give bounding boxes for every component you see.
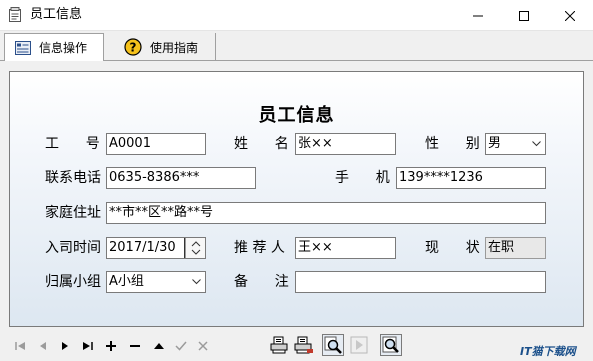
prev-record-icon [40,342,46,350]
mobile-field[interactable]: 139****1236 [396,167,546,189]
preview-button[interactable] [380,334,402,356]
chevron-down-icon [188,272,205,292]
tab-info-label: 信息操作 [39,41,88,55]
tab-info-operations[interactable]: 信息操作 [4,33,104,62]
address-label: 家庭住址 [45,205,101,221]
hire-date-picker[interactable]: 2017/1/30 [106,237,206,259]
chevron-down-icon [528,134,545,154]
status-label: 现 状 [425,240,480,256]
play-button[interactable] [348,334,370,356]
hire-date-value: 2017/1/30 [109,240,176,255]
phone-field[interactable]: 0635-8386*** [106,167,256,189]
employee-form-panel: 员工信息 工 号 A0001 姓 名 张×× 性 别 男 联系电话 0635-8… [9,71,584,327]
referrer-field[interactable]: 王×× [295,237,396,259]
insert-record-button[interactable] [101,336,121,356]
edit-record-button[interactable] [149,336,169,356]
mobile-label: 手 机 [335,170,390,186]
form-icon [15,40,31,55]
employee-id-label: 工 号 [45,136,100,152]
close-button[interactable] [547,0,593,31]
name-label: 姓 名 [234,136,289,152]
record-navigator [9,334,584,358]
gender-select[interactable]: 男 [485,133,546,155]
tab-guide-label: 使用指南 [150,40,199,55]
status-field: 在职 [485,237,546,259]
referrer-label: 推 荐 人 [234,240,285,256]
next-record-icon [62,342,68,350]
print-button[interactable] [268,334,290,356]
cancel-record-button[interactable] [193,336,213,356]
post-record-button[interactable] [171,336,191,356]
last-record-icon [83,342,93,350]
plus-icon [106,341,116,351]
prev-record-button[interactable] [33,336,53,356]
minus-icon [130,345,140,347]
minimize-button[interactable] [455,0,501,31]
tab-strip: 信息操作 ? 使用指南 [0,31,593,62]
group-select[interactable]: A小组 [106,271,206,293]
play-icon [350,336,368,354]
help-icon: ? [124,38,142,56]
gender-label: 性 别 [425,136,480,152]
title-bar: 员工信息 [0,0,593,31]
last-record-button[interactable] [77,336,97,356]
app-icon [8,7,23,23]
address-field[interactable]: **市**区**路**号 [106,202,546,224]
x-icon [198,341,208,351]
svg-text:?: ? [130,41,137,55]
remark-field[interactable] [295,271,546,293]
date-spin-button[interactable] [185,238,205,258]
print-setup-button[interactable] [293,334,315,356]
group-value: A小组 [109,274,144,289]
zoom-icon [382,336,399,353]
watermark-logo: IT猫下载网 [520,345,576,358]
maximize-button[interactable] [501,0,547,31]
search-button[interactable] [322,334,344,356]
magnifier-icon [324,336,342,354]
hire-date-label: 入司时间 [45,240,101,256]
name-field[interactable]: 张×× [295,133,396,155]
tab-user-guide[interactable]: ? 使用指南 [108,33,216,61]
first-record-button[interactable] [11,336,31,356]
window-title: 员工信息 [30,7,83,22]
check-icon [175,341,187,351]
phone-label: 联系电话 [45,170,101,186]
employee-id-field[interactable]: A0001 [106,133,206,155]
caret-up-icon [154,343,164,349]
printer-icon [270,336,288,354]
delete-record-button[interactable] [125,336,145,356]
first-record-icon [15,342,25,350]
next-record-button[interactable] [55,336,75,356]
group-label: 归属小组 [45,274,101,290]
form-title: 员工信息 [258,105,335,126]
remark-label: 备 注 [234,274,289,290]
content-area: 员工信息 工 号 A0001 姓 名 张×× 性 别 男 联系电话 0635-8… [0,61,593,361]
gender-value: 男 [488,136,502,151]
printer-setup-icon [294,336,313,354]
